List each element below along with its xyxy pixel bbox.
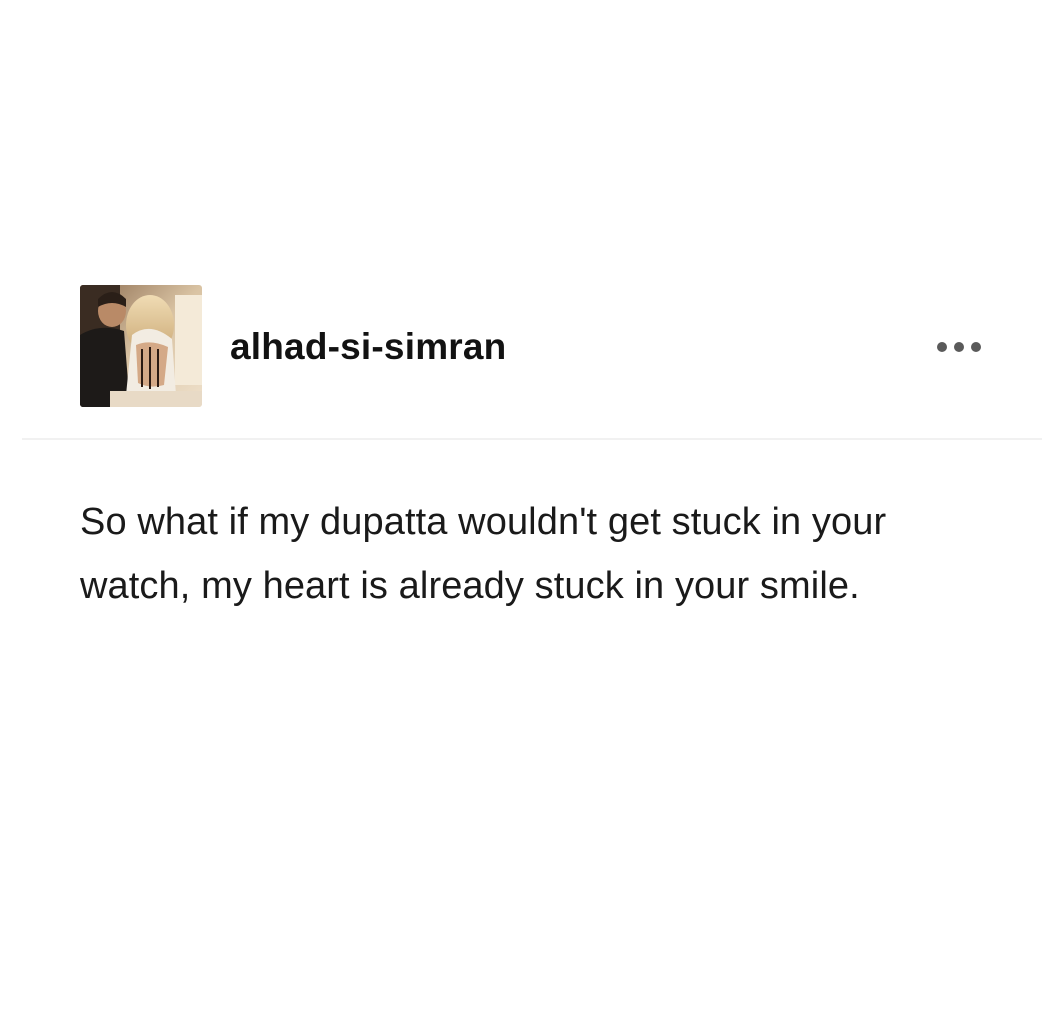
post-card: alhad-si-simran So what if my dupatta wo…: [22, 270, 1042, 830]
header-divider: [22, 438, 1042, 440]
username[interactable]: alhad-si-simran: [230, 326, 506, 368]
post-text: So what if my dupatta wouldn't get stuck…: [80, 501, 887, 607]
user-avatar[interactable]: [80, 285, 202, 407]
post-header: alhad-si-simran: [22, 270, 1042, 440]
ellipsis-horizontal-icon: [937, 342, 981, 352]
more-options-button[interactable]: [930, 334, 990, 360]
avatar-photo-icon: [80, 285, 202, 407]
